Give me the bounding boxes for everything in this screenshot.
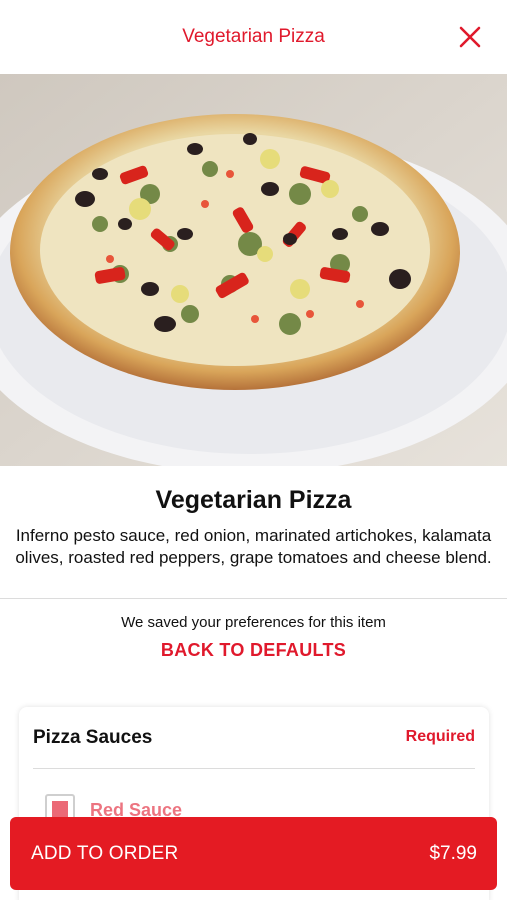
divider [0, 598, 507, 599]
add-to-order-button[interactable]: ADD TO ORDER $7.99 [10, 817, 497, 890]
close-icon[interactable] [457, 24, 483, 50]
checkbox-fill [52, 801, 68, 817]
item-photo [0, 74, 507, 466]
pizza-photo-icon [0, 74, 507, 466]
add-to-order-label: ADD TO ORDER [31, 843, 179, 864]
section-title: Pizza Sauces [33, 727, 153, 748]
required-badge: Required [405, 728, 475, 745]
top-bar: Vegetarian Pizza [0, 0, 507, 74]
order-price: $7.99 [429, 843, 477, 864]
saved-preferences-note: We saved your preferences for this item [121, 614, 386, 631]
item-name: Vegetarian Pizza [155, 486, 352, 514]
back-to-defaults-link[interactable]: BACK TO DEFAULTS [0, 640, 507, 661]
section-divider [33, 768, 475, 769]
page-title: Vegetarian Pizza [182, 26, 325, 47]
item-description: Inferno pesto sauce, red onion, marinate… [15, 526, 492, 567]
